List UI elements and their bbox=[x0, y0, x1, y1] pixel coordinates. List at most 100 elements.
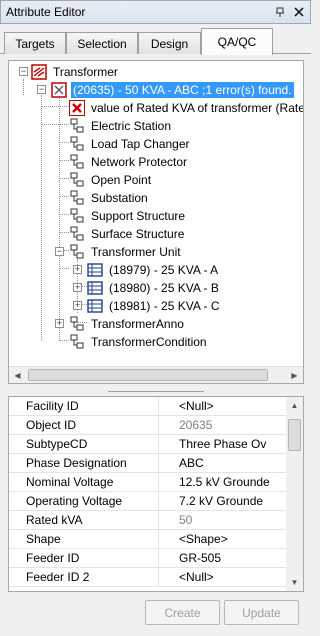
property-row[interactable]: Feeder ID GR-505 bbox=[9, 549, 286, 568]
tree-item-label: (18981) - 25 KVA - C bbox=[109, 299, 220, 313]
tree-item-label: (18980) - 25 KVA - B bbox=[109, 281, 219, 295]
scroll-right-icon[interactable]: ▶ bbox=[286, 367, 303, 383]
tree-item-relationship[interactable]: Load Tap Changer bbox=[69, 135, 192, 153]
tree-item-relationship[interactable]: Support Structure bbox=[69, 207, 187, 225]
property-row[interactable]: Operating Voltage 7.2 kV Grounde bbox=[9, 492, 286, 511]
tree-item-label: value of Rated KVA of transformer (Rate bbox=[91, 101, 304, 115]
tree-item-relationship[interactable]: Network Protector bbox=[69, 153, 189, 171]
tree-item-label: Electric Station bbox=[91, 119, 172, 133]
scroll-thumb[interactable] bbox=[288, 419, 301, 451]
tree-item-unit[interactable]: (18980) - 25 KVA - B bbox=[87, 279, 221, 297]
property-value: 50 bbox=[179, 513, 193, 527]
property-row[interactable]: Feeder ID 2 <Null> bbox=[9, 568, 286, 587]
property-name: Shape bbox=[9, 530, 159, 549]
property-name: Feeder ID bbox=[9, 549, 159, 568]
title-bar: Attribute Editor bbox=[0, 0, 311, 24]
property-value[interactable]: 7.2 kV Grounde bbox=[179, 492, 286, 511]
tree-item-relationship[interactable]: Substation bbox=[69, 189, 150, 207]
tree-item-relationship[interactable]: Electric Station bbox=[69, 117, 173, 135]
tree-item-unit[interactable]: (18981) - 25 KVA - C bbox=[87, 297, 222, 315]
tab-label: QA/QC bbox=[217, 35, 257, 49]
property-row[interactable]: Nominal Voltage 12.5 kV Grounde bbox=[9, 473, 286, 492]
expand-toggle[interactable]: + bbox=[73, 301, 82, 310]
scroll-down-icon[interactable]: ▼ bbox=[286, 574, 303, 591]
panel-splitter[interactable] bbox=[8, 388, 304, 396]
property-row[interactable]: Shape <Shape> bbox=[9, 530, 286, 549]
collapse-toggle[interactable]: − bbox=[37, 85, 46, 94]
property-value[interactable]: <Null> bbox=[179, 568, 286, 587]
pin-icon[interactable] bbox=[272, 4, 288, 20]
property-vertical-scrollbar[interactable]: ▲ ▼ bbox=[286, 397, 303, 591]
tree-item-label: (18979) - 25 KVA - A bbox=[109, 263, 219, 277]
property-row[interactable]: SubtypeCD Three Phase Ov bbox=[9, 435, 286, 454]
tree-item-label: Substation bbox=[91, 191, 148, 205]
relationship-icon bbox=[69, 334, 85, 350]
tab-strip: Targets Selection Design QA/QC bbox=[0, 24, 311, 55]
tree-item-error[interactable]: value of Rated KVA of transformer (Rate bbox=[69, 99, 304, 117]
table-row-icon bbox=[87, 262, 103, 278]
relationship-icon bbox=[69, 136, 85, 152]
error-feature-icon bbox=[51, 82, 67, 98]
property-row[interactable]: Rated kVA 50 bbox=[9, 511, 286, 530]
relationship-icon bbox=[69, 208, 85, 224]
tree-item-label: Network Protector bbox=[91, 155, 188, 169]
property-name: Phase Designation bbox=[9, 454, 159, 473]
relationship-icon bbox=[69, 226, 85, 242]
expand-toggle[interactable]: + bbox=[73, 283, 82, 292]
property-name: Feeder ID 2 bbox=[9, 568, 159, 587]
tree-item-unit[interactable]: (18979) - 25 KVA - A bbox=[87, 261, 220, 279]
tree-horizontal-scrollbar[interactable]: ◀ ▶ bbox=[9, 366, 303, 383]
tree-item-selected-feature[interactable]: (20635) - 50 KVA - ABC ;1 error(s) found… bbox=[51, 81, 294, 99]
tree-item-label: Transformer bbox=[53, 65, 118, 79]
tab-design[interactable]: Design bbox=[138, 32, 201, 54]
property-value: 20635 bbox=[179, 418, 213, 432]
tree-item-relationship[interactable]: TransformerCondition bbox=[69, 333, 209, 351]
update-button[interactable]: Update bbox=[224, 600, 299, 625]
property-name: Object ID bbox=[9, 416, 159, 435]
tab-selection[interactable]: Selection bbox=[66, 32, 138, 54]
property-name: Nominal Voltage bbox=[9, 473, 159, 492]
property-row[interactable]: Facility ID <Null> bbox=[9, 397, 286, 416]
relationship-icon bbox=[69, 154, 85, 170]
expand-toggle[interactable]: + bbox=[73, 265, 82, 274]
create-button[interactable]: Create bbox=[145, 600, 220, 625]
tab-qaqc[interactable]: QA/QC bbox=[201, 28, 273, 55]
property-value[interactable]: 12.5 kV Grounde bbox=[179, 473, 286, 492]
tree-item-relationship[interactable]: TransformerAnno bbox=[69, 315, 186, 333]
property-grid[interactable]: Facility ID <Null> Object ID 20635 Subty… bbox=[8, 396, 304, 592]
property-value[interactable]: <Null> bbox=[179, 397, 286, 416]
property-value[interactable]: Three Phase Ov bbox=[179, 435, 286, 454]
relationship-icon bbox=[69, 244, 85, 260]
scroll-up-icon[interactable]: ▲ bbox=[286, 397, 303, 414]
property-value[interactable]: GR-505 bbox=[179, 549, 286, 568]
window-title: Attribute Editor bbox=[6, 5, 86, 19]
property-value[interactable]: <Shape> bbox=[179, 530, 286, 549]
tree-item-transformer[interactable]: Transformer bbox=[31, 63, 120, 81]
expand-toggle[interactable]: + bbox=[55, 319, 64, 328]
property-name: SubtypeCD bbox=[9, 435, 159, 454]
close-icon[interactable] bbox=[291, 4, 307, 20]
property-row[interactable]: Object ID 20635 bbox=[9, 416, 286, 435]
property-name: Rated kVA bbox=[9, 511, 159, 530]
tree-item-label: TransformerAnno bbox=[91, 317, 184, 331]
tree-item-label: Open Point bbox=[91, 173, 152, 187]
scroll-thumb[interactable] bbox=[28, 369, 268, 381]
tree-item-relationship[interactable]: Open Point bbox=[69, 171, 153, 189]
collapse-toggle[interactable]: − bbox=[55, 247, 64, 256]
tab-label: Selection bbox=[77, 36, 127, 51]
property-value[interactable]: ABC bbox=[179, 454, 286, 473]
tree-item-relationship[interactable]: Surface Structure bbox=[69, 225, 186, 243]
property-row[interactable]: Phase Designation ABC bbox=[9, 454, 286, 473]
tree-item-label: Surface Structure bbox=[91, 227, 185, 241]
qaqc-tree[interactable]: − Transformer − (20635) - 50 KVA - ABC ;… bbox=[8, 60, 304, 384]
relationship-icon bbox=[69, 118, 85, 134]
scroll-left-icon[interactable]: ◀ bbox=[9, 367, 26, 383]
relationship-icon bbox=[69, 190, 85, 206]
table-row-icon bbox=[87, 280, 103, 296]
collapse-toggle[interactable]: − bbox=[19, 67, 28, 76]
relationship-icon bbox=[69, 316, 85, 332]
tab-label: Targets bbox=[15, 36, 55, 51]
tree-item-relationship[interactable]: Transformer Unit bbox=[69, 243, 183, 261]
error-x-icon bbox=[69, 100, 85, 116]
tab-targets[interactable]: Targets bbox=[4, 32, 66, 54]
